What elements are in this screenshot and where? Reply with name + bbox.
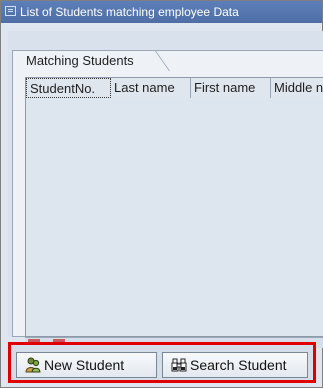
dialog-window: List of Students matching employee Data … [0,0,323,388]
search-student-label: Search Student [190,357,287,373]
binoculars-icon [171,358,187,372]
title-bar[interactable]: List of Students matching employee Data [1,1,322,23]
column-header-studentno[interactable]: StudentNo. [26,78,111,98]
window-title: List of Students matching employee Data [20,5,239,19]
window-menu-icon[interactable] [5,6,16,16]
column-header-middle-name[interactable]: Middle name [271,78,323,98]
action-toolbar: New Student Search Student [8,342,316,383]
tab-matching-students[interactable]: Matching Students [23,51,191,71]
search-student-button[interactable]: Search Student [162,352,308,378]
new-user-icon [25,357,41,373]
students-table [25,77,323,337]
tab-label: Matching Students [26,53,134,68]
column-header-last-name[interactable]: Last name [111,78,191,98]
column-header-first-name[interactable]: First name [191,78,271,98]
new-student-button[interactable]: New Student [16,352,157,378]
new-student-label: New Student [44,357,125,373]
table-header: StudentNo. Last name First name Middle n… [26,78,323,98]
